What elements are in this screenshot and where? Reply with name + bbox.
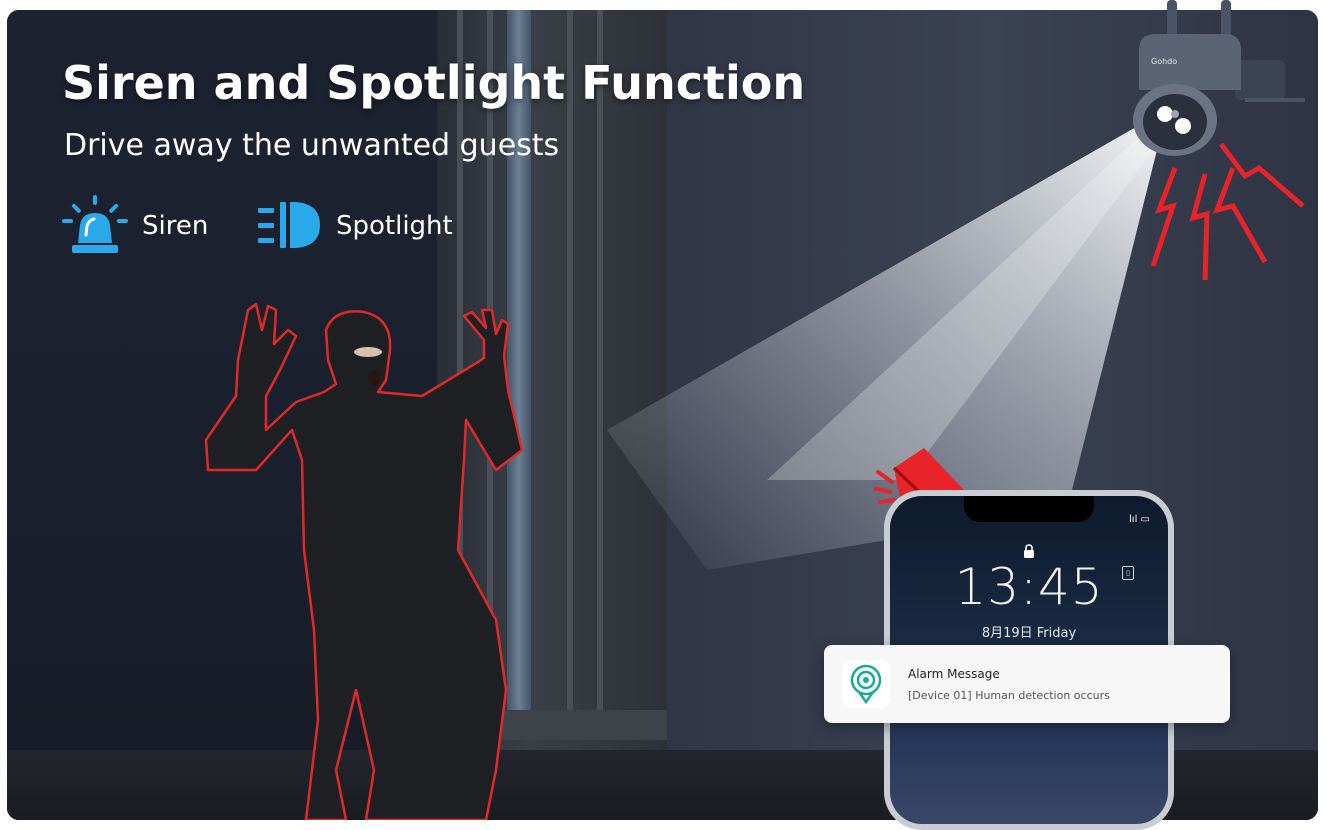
feature-siren-label: Siren: [142, 211, 209, 241]
lock-screen-time: 13:45: [954, 558, 1104, 616]
feature-spotlight: Spotlight: [258, 196, 453, 256]
lock-screen-date: 8月19日 Friday: [981, 626, 1077, 641]
page-title: Siren and Spotlight Function: [62, 56, 806, 110]
lock-icon: [1024, 544, 1034, 558]
feature-spotlight-label: Spotlight: [336, 211, 453, 241]
app-logo-icon: [842, 660, 890, 708]
phone-status-bar: lıl ▭: [1129, 514, 1150, 525]
notification-text: Alarm Message [Device 01] Human detectio…: [908, 667, 1110, 702]
feature-siren: Siren: [62, 195, 209, 256]
alarm-notification[interactable]: Alarm Message [Device 01] Human detectio…: [824, 645, 1230, 723]
spotlight-icon: [258, 202, 320, 248]
intruder-figure: [204, 302, 524, 820]
notification-title: Alarm Message: [908, 666, 1000, 681]
siren-icon: [62, 195, 128, 253]
phone-notch: [964, 496, 1094, 522]
security-camera: Gohdo: [1133, 0, 1305, 280]
svg-text:Gohdo: Gohdo: [1151, 57, 1177, 66]
notification-body: [Device 01] Human detection occurs: [908, 688, 1110, 702]
page-subtitle: Drive away the unwanted guests: [64, 128, 560, 163]
